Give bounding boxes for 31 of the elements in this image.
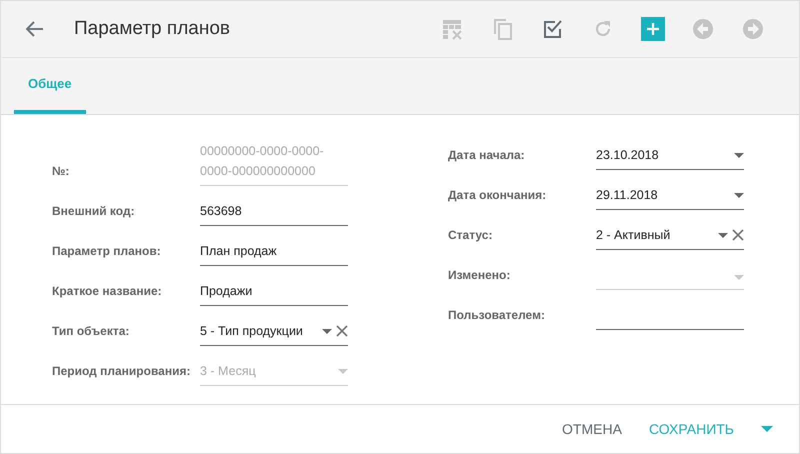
field-label: Период планирования: <box>52 364 192 380</box>
field-label: Дата начала: <box>448 148 526 164</box>
caret-icon <box>734 192 744 198</box>
field-label: №: <box>52 164 70 180</box>
dropdown-field[interactable]: 2 - Активный <box>596 225 744 250</box>
clear-icon[interactable] <box>732 229 744 241</box>
input-field[interactable]: План продаж <box>200 241 348 266</box>
page-title: Параметр планов <box>74 18 230 40</box>
field-label: Пользователем: <box>448 308 546 324</box>
input-field[interactable]: 563698 <box>200 201 348 226</box>
field-label: Дата окончания: <box>448 188 548 204</box>
cancel-button[interactable]: ОТМЕНА <box>562 421 622 437</box>
caret-icon <box>734 152 744 158</box>
field-label: Внешний код: <box>52 204 136 220</box>
clear-icon[interactable] <box>336 325 348 337</box>
field-label: Изменено: <box>448 268 512 284</box>
dropdown-field[interactable]: 5 - Тип продукции <box>200 321 348 346</box>
caret-icon[interactable] <box>761 426 773 432</box>
field-label: Краткое название: <box>52 284 163 300</box>
field-label: Тип объекта: <box>52 324 130 340</box>
add-button[interactable] <box>641 17 665 41</box>
dropdown-field[interactable]: 29.11.2018 <box>596 185 744 210</box>
caret-icon <box>322 328 332 334</box>
caret-icon <box>338 368 348 374</box>
input-field[interactable]: Продажи <box>200 281 348 306</box>
back-arrow-icon[interactable] <box>26 21 44 37</box>
caret-icon <box>718 232 728 238</box>
field-label: Параметр планов: <box>52 244 162 260</box>
dropdown-field[interactable]: 23.10.2018 <box>596 145 744 170</box>
caret-icon <box>734 275 744 280</box>
field-label: Статус: <box>448 228 494 244</box>
